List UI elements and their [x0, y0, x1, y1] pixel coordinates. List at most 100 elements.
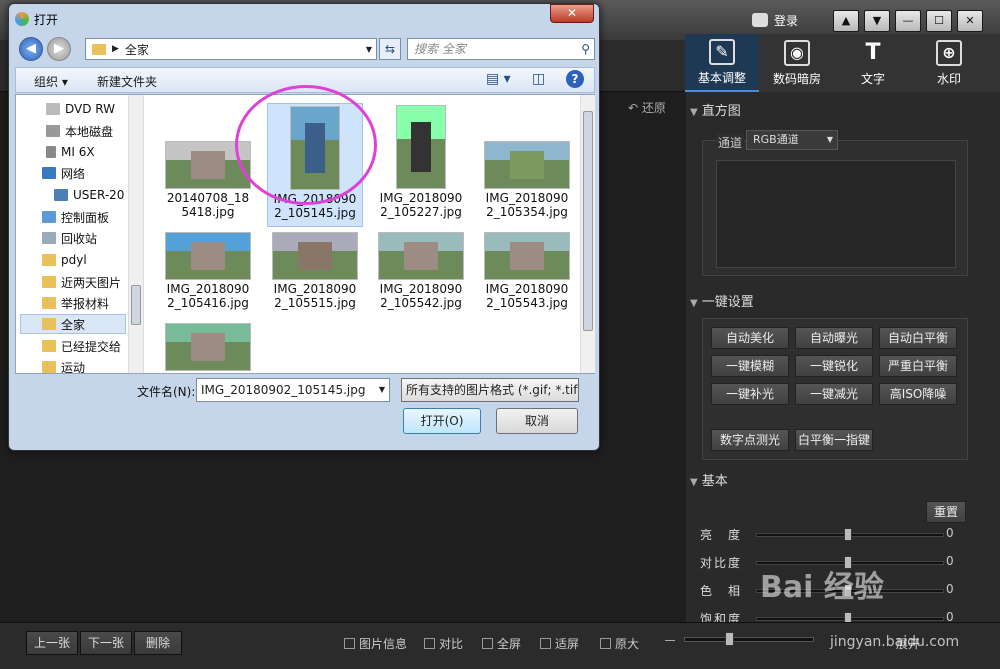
- delete-button[interactable]: 删除: [134, 631, 182, 655]
- nav-item-submitted[interactable]: 已经提交给: [42, 336, 121, 356]
- histogram-title: 直方图: [701, 104, 741, 119]
- next-button[interactable]: 下一张: [80, 631, 132, 655]
- view-options-icon[interactable]: ▤ ▾: [486, 71, 511, 87]
- reduce-light-button[interactable]: 一键减光: [795, 383, 873, 405]
- nav-item-report-materials[interactable]: 举报材料: [42, 293, 109, 313]
- histogram-header[interactable]: ▼ 直方图: [690, 100, 741, 122]
- cancel-button[interactable]: 取消: [496, 408, 578, 434]
- chevron-down-icon[interactable]: ▼: [366, 45, 372, 54]
- fit-screen-button[interactable]: 适屏: [540, 635, 579, 652]
- file-item[interactable]: [160, 323, 256, 373]
- scroll-thumb[interactable]: [583, 111, 593, 331]
- back-button[interactable]: ◀: [19, 37, 43, 61]
- nav-item-recent-pictures[interactable]: 近两天图片: [42, 272, 121, 292]
- nav-item-local-disk[interactable]: 本地磁盘: [46, 121, 113, 141]
- fullscreen-icon: [482, 638, 493, 649]
- auto-exposure-button[interactable]: 自动曝光: [795, 327, 873, 349]
- nav-item-phone[interactable]: MI 6X: [46, 142, 95, 162]
- nav-scrollbar[interactable]: [128, 95, 143, 373]
- file-name: IMG_20180902_105542.jpg: [379, 282, 463, 310]
- filename-input[interactable]: IMG_20180902_105145.jpg: [196, 378, 390, 402]
- prev-button[interactable]: 上一张: [26, 631, 78, 655]
- computer-icon: [54, 189, 68, 201]
- file-item[interactable]: IMG_20180902_105543.jpg: [479, 232, 575, 320]
- nav-item-dvd[interactable]: DVD RW: [46, 99, 115, 119]
- one-click-sharpen-button[interactable]: 一键锐化: [795, 355, 873, 377]
- file-item[interactable]: IMG_20180902_105416.jpg: [160, 232, 256, 320]
- zoom-knob[interactable]: [725, 632, 734, 646]
- nav-item-family[interactable]: 全家: [20, 314, 126, 334]
- fullscreen-button[interactable]: 全屏: [482, 635, 521, 652]
- maximize-button[interactable]: ☐: [926, 10, 952, 32]
- restore-button[interactable]: ↶ 还原: [628, 99, 666, 119]
- new-folder-button[interactable]: 新建文件夹: [97, 73, 157, 90]
- high-iso-denoise-button[interactable]: 高ISO降噪: [879, 383, 957, 405]
- channel-value: RGB通道: [753, 133, 799, 146]
- file-thumbnail: [396, 105, 446, 189]
- skin-button[interactable]: ▲: [833, 10, 859, 32]
- original-size-label: 原大: [615, 637, 640, 651]
- help-icon[interactable]: ?: [566, 70, 584, 88]
- nav-item-control-panel[interactable]: 控制面板: [42, 207, 109, 227]
- login-button[interactable]: 登录: [752, 9, 798, 31]
- folder-icon: [42, 340, 56, 352]
- scroll-thumb[interactable]: [131, 285, 141, 325]
- nav-item-sports[interactable]: 运动: [42, 357, 85, 373]
- strict-white-balance-button[interactable]: 严重白平衡: [879, 355, 957, 377]
- zoom-out-icon[interactable]: [665, 640, 675, 641]
- tab-basic-adjust[interactable]: ✎ 基本调整: [685, 34, 759, 92]
- nav-item-label: MI 6X: [61, 145, 95, 159]
- nav-item-label: pdyl: [61, 253, 87, 267]
- tab-watermark[interactable]: ⊕ 水印: [911, 34, 987, 92]
- compare-button[interactable]: 对比: [424, 635, 463, 652]
- zoom-slider[interactable]: [684, 637, 814, 642]
- one-click-blur-button[interactable]: 一键模糊: [711, 355, 789, 377]
- address-bar[interactable]: ▶ 全家 ▼: [85, 38, 377, 60]
- nav-item-label: 本地磁盘: [65, 124, 114, 139]
- slider-label: 色 相: [700, 584, 743, 598]
- search-input[interactable]: 搜索 全家 ⚲: [407, 38, 595, 60]
- organize-button[interactable]: 组织 ▾: [34, 73, 68, 90]
- nav-item-pdyl[interactable]: pdyl: [42, 250, 87, 270]
- tab-label: 基本调整: [697, 70, 746, 85]
- minimize-button[interactable]: —: [895, 10, 921, 32]
- basic-header[interactable]: ▼ 基本: [690, 470, 728, 492]
- auto-beautify-button[interactable]: 自动美化: [711, 327, 789, 349]
- menu-button[interactable]: ▼: [864, 10, 890, 32]
- fill-light-button[interactable]: 一键补光: [711, 383, 789, 405]
- tab-text[interactable]: T 文字: [835, 34, 911, 92]
- chevron-down-icon[interactable]: ▼: [375, 379, 389, 401]
- folder-icon: [42, 318, 56, 330]
- original-size-button[interactable]: 原大: [600, 635, 639, 652]
- spot-metering-button[interactable]: 数字点测光: [711, 429, 789, 451]
- file-name: IMG_20180902_105416.jpg: [166, 282, 250, 310]
- image-info-button[interactable]: 图片信息: [344, 635, 407, 652]
- file-item[interactable]: IMG_20180902_105542.jpg: [373, 232, 469, 320]
- app-close-button[interactable]: ✕: [957, 10, 983, 32]
- brightness-slider[interactable]: 亮 度 0: [700, 526, 960, 544]
- file-item[interactable]: IMG_20180902_105354.jpg: [479, 141, 575, 229]
- tab-label: 数码暗房: [772, 71, 821, 86]
- reset-button[interactable]: 重置: [926, 501, 966, 523]
- forward-button[interactable]: ▶: [47, 37, 71, 61]
- nav-item-label: 全家: [61, 317, 86, 332]
- file-list-scrollbar[interactable]: [580, 95, 595, 373]
- auto-white-balance-button[interactable]: 自动白平衡: [879, 327, 957, 349]
- open-button[interactable]: 打开(O): [403, 408, 481, 434]
- refresh-button[interactable]: ⇆: [379, 38, 401, 60]
- nav-item-network[interactable]: 网络: [42, 163, 85, 183]
- filetype-select[interactable]: 所有支持的图片格式 (*.gif; *.tif: [401, 378, 579, 402]
- file-item[interactable]: IMG_20180902_105515.jpg: [267, 232, 363, 320]
- nav-item-user-pc[interactable]: USER-20: [54, 185, 124, 205]
- tab-darkroom[interactable]: ◉ 数码暗房: [759, 34, 835, 92]
- channel-select[interactable]: RGB通道 ▼: [746, 130, 838, 150]
- one-click-title: 一键设置: [701, 295, 754, 310]
- nav-item-recycle-bin[interactable]: 回收站: [42, 228, 97, 248]
- file-item[interactable]: IMG_20180902_105227.jpg: [373, 103, 469, 227]
- file-thumbnail: [378, 232, 464, 280]
- one-click-header[interactable]: ▼ 一键设置: [690, 291, 754, 313]
- preview-pane-icon[interactable]: ◫: [532, 71, 545, 87]
- slider-knob[interactable]: [844, 528, 852, 541]
- white-balance-picker-button[interactable]: 白平衡一指键: [795, 429, 873, 451]
- dialog-close-button[interactable]: ✕: [550, 4, 594, 23]
